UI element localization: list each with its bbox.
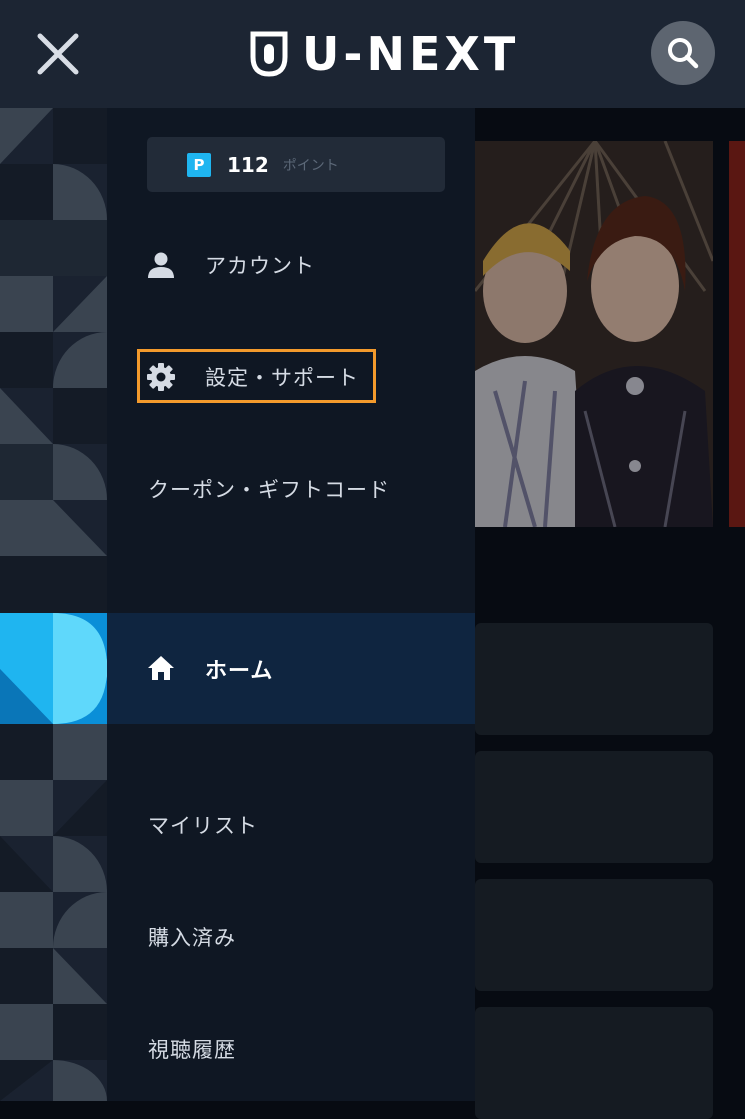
menu-item-label: アカウント bbox=[205, 254, 315, 278]
content-card bbox=[475, 879, 713, 991]
menu-item-label: マイリスト bbox=[148, 814, 258, 838]
menu-item-home[interactable]: ホーム bbox=[107, 613, 475, 724]
content-card bbox=[475, 751, 713, 863]
menu-item-account[interactable]: アカウント bbox=[107, 235, 475, 295]
home-icon bbox=[147, 654, 175, 682]
menu-item-history[interactable]: 視聴履歴 bbox=[107, 1019, 475, 1079]
person-icon bbox=[147, 251, 175, 279]
brand-name: U-NEXT bbox=[302, 27, 520, 81]
close-menu-button[interactable] bbox=[30, 26, 86, 82]
search-icon bbox=[668, 38, 699, 69]
search-button[interactable] bbox=[651, 21, 715, 85]
close-icon bbox=[37, 33, 79, 75]
side-menu-panel: P 112 ポイント アカウント 設定・サポート クーポン・ギフトコード マイリ… bbox=[107, 108, 475, 1101]
app-header: U-NEXT bbox=[0, 0, 745, 108]
menu-item-settings-support[interactable]: 設定・サポート bbox=[107, 347, 475, 407]
menu-item-label: 視聴履歴 bbox=[148, 1038, 236, 1062]
menu-item-coupon-gift[interactable]: クーポン・ギフトコード bbox=[107, 459, 475, 519]
hero-banner-image[interactable] bbox=[475, 141, 713, 527]
decorative-pattern bbox=[0, 108, 107, 1101]
content-card bbox=[475, 1007, 713, 1119]
menu-item-purchased[interactable]: 購入済み bbox=[107, 907, 475, 967]
content-card bbox=[475, 623, 713, 735]
points-unit: ポイント bbox=[282, 157, 339, 174]
menu-item-label: 設定・サポート bbox=[205, 366, 359, 390]
points-balance-button[interactable]: P 112 ポイント bbox=[147, 137, 445, 192]
next-banner-edge bbox=[729, 141, 745, 527]
menu-item-label: ホーム bbox=[205, 659, 274, 684]
menu-item-label: 購入済み bbox=[148, 926, 236, 950]
gear-icon bbox=[147, 363, 175, 391]
menu-item-label: クーポン・ギフトコード bbox=[148, 478, 390, 502]
points-value: 112 bbox=[227, 152, 269, 177]
logo-mark-icon bbox=[250, 31, 288, 77]
points-icon: P bbox=[187, 152, 211, 177]
menu-item-mylist[interactable]: マイリスト bbox=[107, 795, 475, 855]
brand-logo[interactable]: U-NEXT bbox=[250, 26, 519, 82]
